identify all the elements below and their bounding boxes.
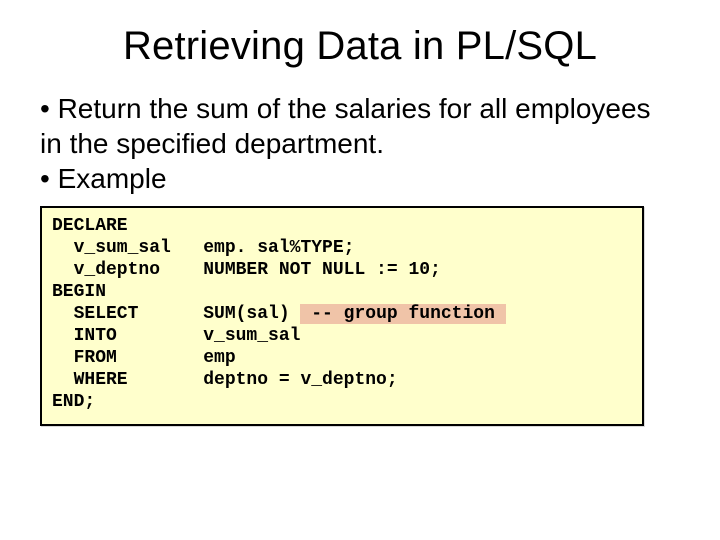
bullet-item: • Return the sum of the salaries for all… xyxy=(40,91,680,161)
code-line: FROM emp xyxy=(52,348,236,368)
code-line: INTO v_sum_sal xyxy=(52,326,300,346)
code-highlight: -- group function xyxy=(300,304,505,324)
code-block: DECLARE v_sum_sal emp. sal%TYPE; v_deptn… xyxy=(52,216,632,414)
code-line: v_sum_sal emp. sal%TYPE; xyxy=(52,238,354,258)
slide: Retrieving Data in PL/SQL • Return the s… xyxy=(0,0,720,540)
code-box: DECLARE v_sum_sal emp. sal%TYPE; v_deptn… xyxy=(40,206,644,426)
code-line: WHERE deptno = v_deptno; xyxy=(52,370,398,390)
code-line: SELECT SUM(sal) xyxy=(52,304,300,324)
slide-title: Retrieving Data in PL/SQL xyxy=(40,24,680,69)
bullet-list: • Return the sum of the salaries for all… xyxy=(40,91,680,196)
code-line: v_deptno NUMBER NOT NULL := 10; xyxy=(52,260,441,280)
bullet-item: • Example xyxy=(40,161,680,196)
code-line: END; xyxy=(52,392,95,412)
code-line: BEGIN xyxy=(52,282,106,302)
code-line: DECLARE xyxy=(52,216,128,236)
